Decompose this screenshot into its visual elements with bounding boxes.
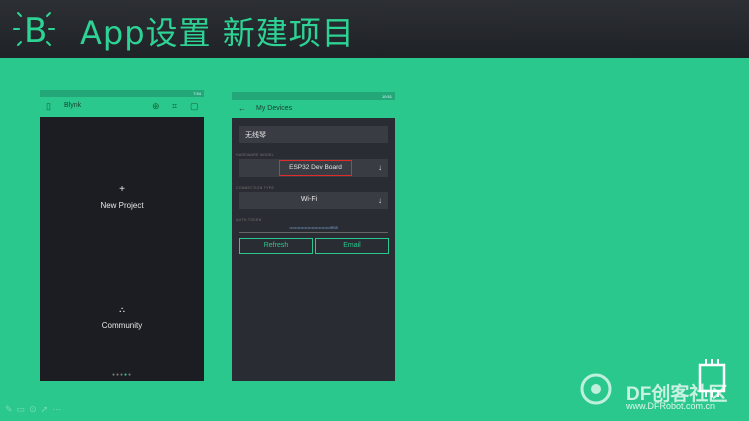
slide-header: B App设置 新建项目 xyxy=(0,0,749,58)
plus-icon: + xyxy=(119,184,125,195)
blynk-logo: B xyxy=(10,5,58,53)
dot: ● xyxy=(128,372,133,378)
new-project-button[interactable]: + New Project xyxy=(40,184,204,213)
screen-title: My Devices xyxy=(256,105,293,112)
dot: ●●● xyxy=(111,372,124,378)
status-time: 10:51 xyxy=(381,94,392,99)
status-bar: 7:54 xyxy=(40,90,204,97)
qr-icon[interactable]: ⌗ xyxy=(172,101,177,112)
new-project-label: New Project xyxy=(100,201,144,210)
dfrobot-watermark: DF创客社区 www.DFRobot.com.cn xyxy=(574,355,746,417)
app-toolbar: ← My Devices xyxy=(232,100,395,118)
phone-device-settings: 10:51 ← My Devices 无线琴 HARDWARE MODEL ES… xyxy=(232,92,395,381)
hardware-model-select[interactable]: ESP32 Dev Board ↓ xyxy=(239,159,388,177)
connection-type-label: CONNECTION TYPE xyxy=(236,186,275,190)
presentation-toolbar[interactable]: ✎▭⊙➚⋯ xyxy=(5,404,65,415)
auth-token-value: •••••••••••••••••••••••••••••9f08 xyxy=(289,225,338,230)
hardware-model-value: ESP32 Dev Board xyxy=(279,160,352,176)
watermark-url: www.DFRobot.com.cn xyxy=(626,401,716,411)
divider xyxy=(239,232,388,233)
menu-icon[interactable]: ▯ xyxy=(46,101,51,112)
back-arrow-icon[interactable]: ← xyxy=(238,104,246,113)
app-title: Blynk xyxy=(64,102,82,109)
device-name-field[interactable]: 无线琴 xyxy=(239,126,388,143)
auth-token-label: AUTH TOKEN xyxy=(236,218,262,222)
add-icon[interactable]: ⊕ xyxy=(152,101,160,112)
pointer-icon[interactable]: ➚ xyxy=(41,404,53,414)
logo-letter: B xyxy=(24,11,48,51)
status-time: 7:54 xyxy=(193,91,201,96)
app-toolbar: ▯ Blynk ⊕ ⌗ ▢ xyxy=(40,97,204,117)
community-label: Community xyxy=(101,321,143,330)
page-indicator[interactable]: ●●●●● xyxy=(40,372,204,378)
hardware-model-label: HARDWARE MODEL xyxy=(236,153,274,157)
email-button[interactable]: Email xyxy=(315,238,389,254)
community-button[interactable]: ⛬ Community xyxy=(40,305,204,333)
zoom-icon[interactable]: ⊙ xyxy=(29,404,41,414)
more-icon[interactable]: ⋯ xyxy=(52,404,65,414)
arrow-down-icon: ↓ xyxy=(378,163,382,172)
slides-icon[interactable]: ▭ xyxy=(17,404,30,414)
page-title: App设置 新建项目 xyxy=(80,14,355,52)
phone-blynk-home: 7:54 ▯ Blynk ⊕ ⌗ ▢ + New Project ⛬ Commu… xyxy=(40,90,204,381)
connection-type-value: Wi-Fi xyxy=(300,196,318,203)
refresh-button[interactable]: Refresh xyxy=(239,238,313,254)
profile-icon[interactable]: ▢ xyxy=(190,101,199,112)
status-bar: 10:51 xyxy=(232,92,395,100)
robot-logo-icon xyxy=(580,373,612,405)
connection-type-select[interactable]: Wi-Fi ↓ xyxy=(239,192,388,209)
arrow-down-icon: ↓ xyxy=(378,196,382,205)
pen-icon[interactable]: ✎ xyxy=(5,404,17,414)
community-icon: ⛬ xyxy=(119,305,125,314)
